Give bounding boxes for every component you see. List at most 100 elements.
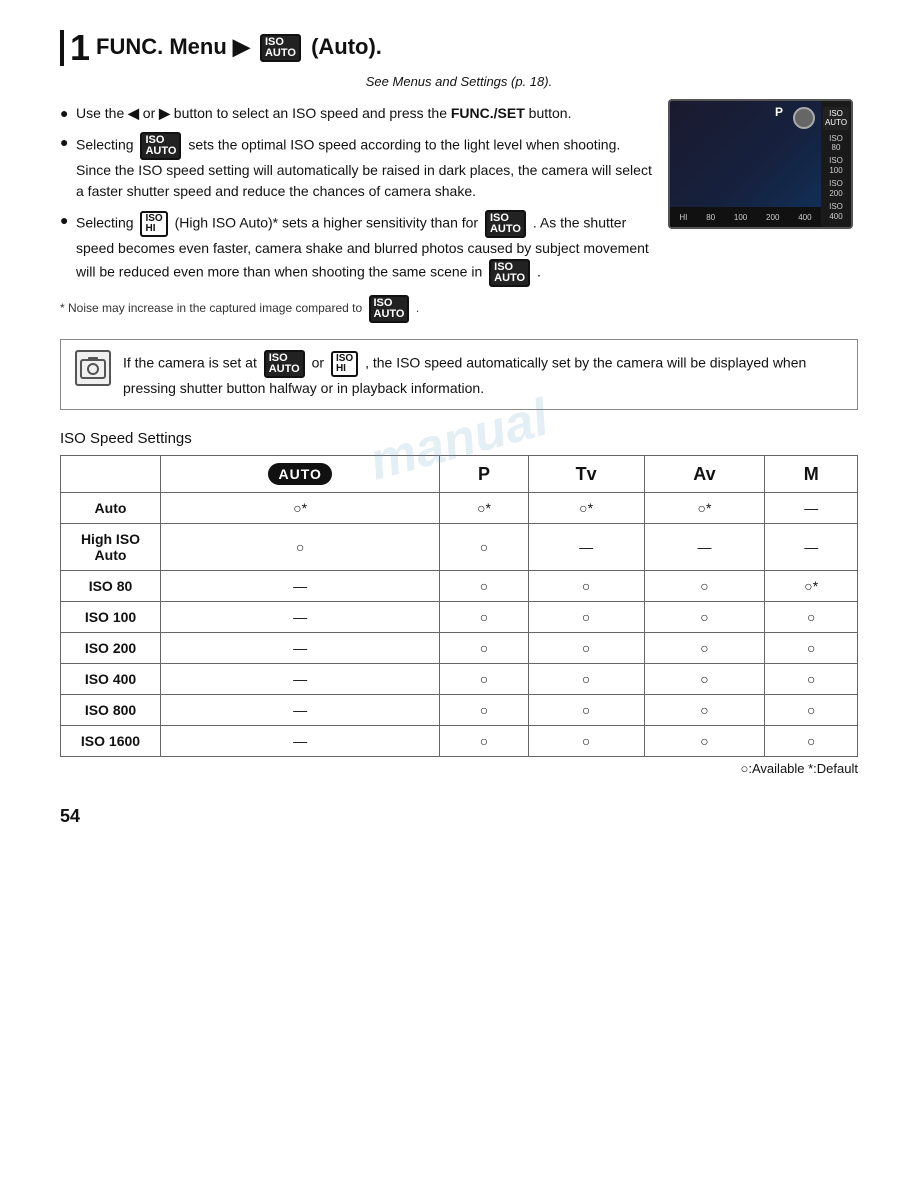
th-tv: Tv xyxy=(528,456,644,493)
row-iso800-p: ○ xyxy=(440,695,528,726)
bottom-bar-200: 200 xyxy=(766,213,779,222)
row-high-p: ○ xyxy=(440,524,528,571)
sidebar-iso-1: ISO80 xyxy=(829,134,843,153)
row-iso200-auto: — xyxy=(161,633,440,664)
footnote: * Noise may increase in the captured ima… xyxy=(60,295,652,323)
iso-auto-badge-footnote: ISOAUTO xyxy=(369,295,410,323)
bullet2-text-prefix: Selecting xyxy=(76,137,134,153)
table-footer: ○:Available *:Default xyxy=(60,761,858,776)
row-iso100-av: ○ xyxy=(644,602,765,633)
sidebar-iso-auto: ISOAUTO xyxy=(823,107,849,130)
row-iso200-p: ○ xyxy=(440,633,528,664)
iso-auto-badge-bullet2: ISOAUTO xyxy=(140,132,181,160)
row-label-iso400: ISO 400 xyxy=(61,664,161,695)
row-iso1600-m: ○ xyxy=(765,726,858,757)
row-high-m: — xyxy=(765,524,858,571)
row-iso100-auto: — xyxy=(161,602,440,633)
sidebar-iso-3: ISO200 xyxy=(829,179,843,198)
camera-screen-inner: ISOAUTO ISO80 ISO100 ISO200 ISO400 HI 80… xyxy=(670,101,851,227)
row-iso1600-p: ○ xyxy=(440,726,528,757)
step-title-suffix: (Auto). xyxy=(311,34,382,59)
bullet3-text-prefix: Selecting xyxy=(76,215,134,231)
row-auto-p: ○* xyxy=(440,493,528,524)
note-text-content: If the camera is set at ISOAUTO or ISOHI… xyxy=(123,350,843,399)
row-label-iso800: ISO 800 xyxy=(61,695,161,726)
table-header-row: AUTO P Tv Av M xyxy=(61,456,858,493)
table-row: ISO 200 — ○ ○ ○ ○ xyxy=(61,633,858,664)
bullet1-text-middle: button to select an ISO speed and press … xyxy=(174,105,447,121)
row-label-iso200: ISO 200 xyxy=(61,633,161,664)
camera-image: ISOAUTO ISO80 ISO100 ISO200 ISO400 HI 80… xyxy=(668,99,858,323)
content-with-image: Use the ◀ or ▶ button to select an ISO s… xyxy=(60,99,858,323)
bullet1-or: or xyxy=(143,105,155,121)
bullet-list: Use the ◀ or ▶ button to select an ISO s… xyxy=(60,103,652,287)
row-iso80-av: ○ xyxy=(644,571,765,602)
table-row: ISO 80 — ○ ○ ○ ○* xyxy=(61,571,858,602)
row-iso1600-auto: — xyxy=(161,726,440,757)
iso-auto-badge-note1: ISOAUTO xyxy=(264,350,305,378)
row-auto-m: — xyxy=(765,493,858,524)
row-auto-av: ○* xyxy=(644,493,765,524)
th-m: M xyxy=(765,456,858,493)
step-title: FUNC. Menu ▶ ISOAUTO (Auto). xyxy=(96,34,382,62)
bottom-bar-100: 100 xyxy=(734,213,747,222)
row-iso200-av: ○ xyxy=(644,633,765,664)
iso-auto-badge-header: ISOAUTO xyxy=(260,34,307,59)
footnote-end: . xyxy=(416,301,419,315)
iso-speed-table: AUTO P Tv Av M Auto ○* ○* ○* ○* — High I… xyxy=(60,455,858,757)
table-section-title: ISO Speed Settings xyxy=(60,430,858,447)
bullet-item-2: Selecting ISOAUTO sets the optimal ISO s… xyxy=(60,132,652,202)
bottom-bar-80: 80 xyxy=(706,213,715,222)
step-title-prefix: FUNC. Menu xyxy=(96,34,227,59)
note-or: or xyxy=(312,355,324,371)
content-left: Use the ◀ or ▶ button to select an ISO s… xyxy=(60,99,652,323)
table-row: ISO 800 — ○ ○ ○ ○ xyxy=(61,695,858,726)
row-iso400-auto: — xyxy=(161,664,440,695)
bottom-bar-400: 400 xyxy=(798,213,811,222)
note-text-prefix: If the camera is set at xyxy=(123,355,257,371)
bullet1-text-prefix: Use the xyxy=(76,105,124,121)
row-iso200-m: ○ xyxy=(765,633,858,664)
auto-badge-table: AUTO xyxy=(268,463,331,485)
iso-bottom-bar: HI 80 100 200 400 xyxy=(670,207,821,227)
page-content: manual 1 FUNC. Menu ▶ ISOAUTO (Auto). Se… xyxy=(60,30,858,827)
row-label-iso1600: ISO 1600 xyxy=(61,726,161,757)
table-row: ISO 1600 — ○ ○ ○ ○ xyxy=(61,726,858,757)
th-p: P xyxy=(440,456,528,493)
bottom-bar-hi: HI xyxy=(679,213,687,222)
row-iso100-tv: ○ xyxy=(528,602,644,633)
row-label-high-iso: High ISO Auto xyxy=(61,524,161,571)
bullet1-text-bold: FUNC./SET xyxy=(451,105,525,121)
step-number: 1 xyxy=(60,30,90,66)
row-iso800-tv: ○ xyxy=(528,695,644,726)
func-menu-arrow: ▶ xyxy=(233,34,250,59)
row-iso400-m: ○ xyxy=(765,664,858,695)
row-label-iso80: ISO 80 xyxy=(61,571,161,602)
iso-hi-badge-note: ISOHI xyxy=(331,351,358,377)
bullet-item-1: Use the ◀ or ▶ button to select an ISO s… xyxy=(60,103,652,124)
th-empty xyxy=(61,456,161,493)
row-label-auto: Auto xyxy=(61,493,161,524)
row-label-iso100: ISO 100 xyxy=(61,602,161,633)
mode-indicator xyxy=(793,107,815,129)
iso-hi-badge-bullet3: ISOHI xyxy=(140,211,167,237)
note-icon xyxy=(75,350,111,386)
camera-note-icon xyxy=(79,354,107,382)
page-number: 54 xyxy=(60,806,858,827)
row-iso100-p: ○ xyxy=(440,602,528,633)
row-iso400-p: ○ xyxy=(440,664,528,695)
note-box: If the camera is set at ISOAUTO or ISOHI… xyxy=(60,339,858,410)
table-row: High ISO Auto ○ ○ — — — xyxy=(61,524,858,571)
see-menus-text: See Menus and Settings (p. 18). xyxy=(60,74,858,89)
table-row: Auto ○* ○* ○* ○* — xyxy=(61,493,858,524)
bullet1-text-suffix: button. xyxy=(529,105,572,121)
row-iso80-m: ○* xyxy=(765,571,858,602)
mode-p-label: P xyxy=(775,105,783,119)
row-auto-auto: ○* xyxy=(161,493,440,524)
table-row: ISO 400 — ○ ○ ○ ○ xyxy=(61,664,858,695)
row-auto-tv: ○* xyxy=(528,493,644,524)
row-iso100-m: ○ xyxy=(765,602,858,633)
row-iso400-tv: ○ xyxy=(528,664,644,695)
right-arrow-icon: ▶ xyxy=(159,105,174,121)
row-iso80-tv: ○ xyxy=(528,571,644,602)
